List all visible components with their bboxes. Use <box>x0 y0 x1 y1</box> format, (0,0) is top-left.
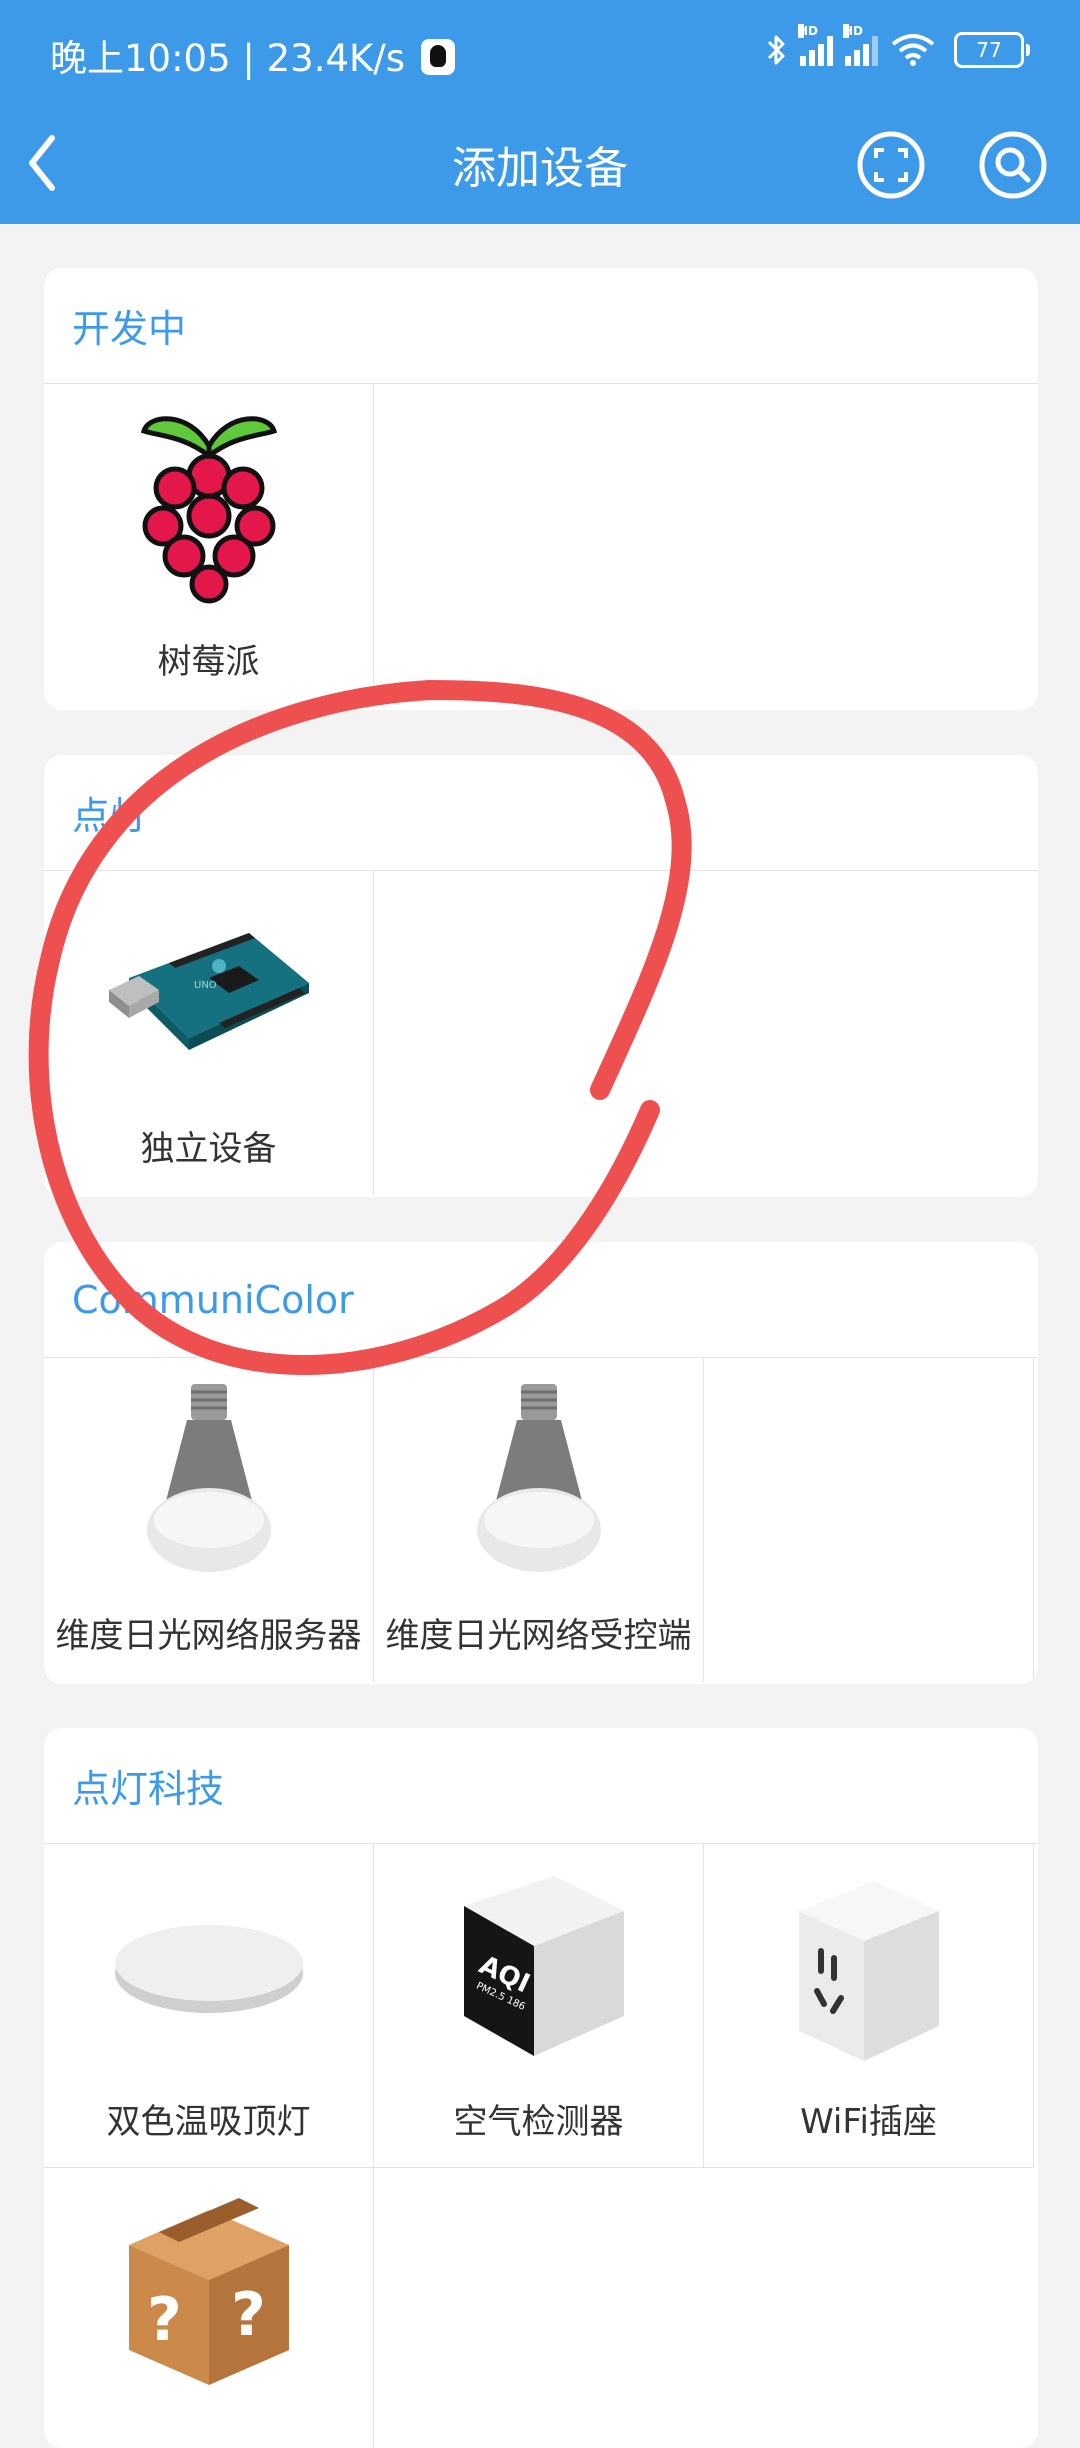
wifi-icon <box>891 34 935 66</box>
device-item-raspberry-pi[interactable]: 树莓派 <box>44 384 374 708</box>
wifi-socket-icon <box>704 1866 1034 2066</box>
app-header: 晚上10:05 | 23.4K/s HD HD 77 添加设备 <box>0 0 1080 224</box>
status-bar-time: 晚上10:05 | 23.4K/s <box>50 28 455 82</box>
cell-signal-2-icon: HD <box>843 24 878 66</box>
light-bulb-icon <box>374 1380 704 1580</box>
device-label: WiFi插座 <box>800 2102 937 2142</box>
status-time-speed-text: 晚上10:05 | 23.4K/s <box>50 37 406 80</box>
device-item-server[interactable]: 维度日光网络服务器 <box>44 1358 374 1682</box>
svg-text:UNO: UNO <box>194 980 217 991</box>
cell-signal-icon: HD <box>798 24 833 66</box>
ceiling-light-icon <box>44 1866 374 2066</box>
section-title: 开发中 <box>44 268 1038 384</box>
section-title: 点灯 <box>44 755 1038 871</box>
section-title: 点灯科技 <box>44 1728 1038 1844</box>
status-bar-indicators: HD HD 77 <box>766 24 1030 72</box>
section-title: CommuniColor <box>44 1242 1038 1358</box>
device-item-controlled[interactable]: 维度日光网络受控端 <box>374 1358 704 1682</box>
qq-notification-icon <box>420 39 455 75</box>
arduino-board-icon: UNO <box>44 893 374 1093</box>
device-item-unknown[interactable]: ? ? <box>44 2168 374 2448</box>
light-bulb-icon <box>44 1380 374 1580</box>
device-label: 空气检测器 <box>453 2102 624 2142</box>
empty-cell <box>704 1358 1034 1682</box>
device-item-ceiling-light[interactable]: 双色温吸顶灯 <box>44 1844 374 2168</box>
search-icon[interactable] <box>978 130 1048 200</box>
battery-indicator: 77 <box>954 32 1030 68</box>
device-label: 双色温吸顶灯 <box>106 2102 311 2142</box>
device-label: 维度日光网络服务器 <box>55 1616 362 1656</box>
signal-tag-2: HD <box>843 24 864 38</box>
device-item-air-monitor[interactable]: AQI PM2.5 186 空气检测器 <box>374 1844 704 2168</box>
raspberry-pi-icon <box>44 406 374 606</box>
section-card-diandeng: 点灯 UNO 独立设备 <box>44 755 1038 1197</box>
bluetooth-icon <box>767 35 785 65</box>
device-label: 独立设备 <box>140 1129 277 1169</box>
device-item-wifi-socket[interactable]: WiFi插座 <box>704 1844 1034 2168</box>
svg-text:?: ? <box>147 2285 182 2355</box>
svg-text:?: ? <box>231 2280 266 2350</box>
device-label: 树莓派 <box>157 642 260 682</box>
signal-tag-1: HD <box>798 24 819 38</box>
section-card-communicolor: CommuniColor 维度日光网络服务器 维度日光网络受控端 <box>44 1242 1038 1684</box>
section-card-diandeng-tech: 点灯科技 双色温吸顶灯 AQI PM2.5 186 空气检测器 WiFi插座 ?… <box>44 1728 1038 2448</box>
air-quality-monitor-icon: AQI PM2.5 186 <box>374 1866 704 2066</box>
device-item-standalone[interactable]: UNO 独立设备 <box>44 871 374 1195</box>
scan-icon[interactable] <box>856 130 926 200</box>
section-card-development: 开发中 树莓派 <box>44 268 1038 710</box>
device-label: 维度日光网络受控端 <box>385 1616 692 1656</box>
unknown-box-icon: ? ? <box>44 2190 374 2390</box>
